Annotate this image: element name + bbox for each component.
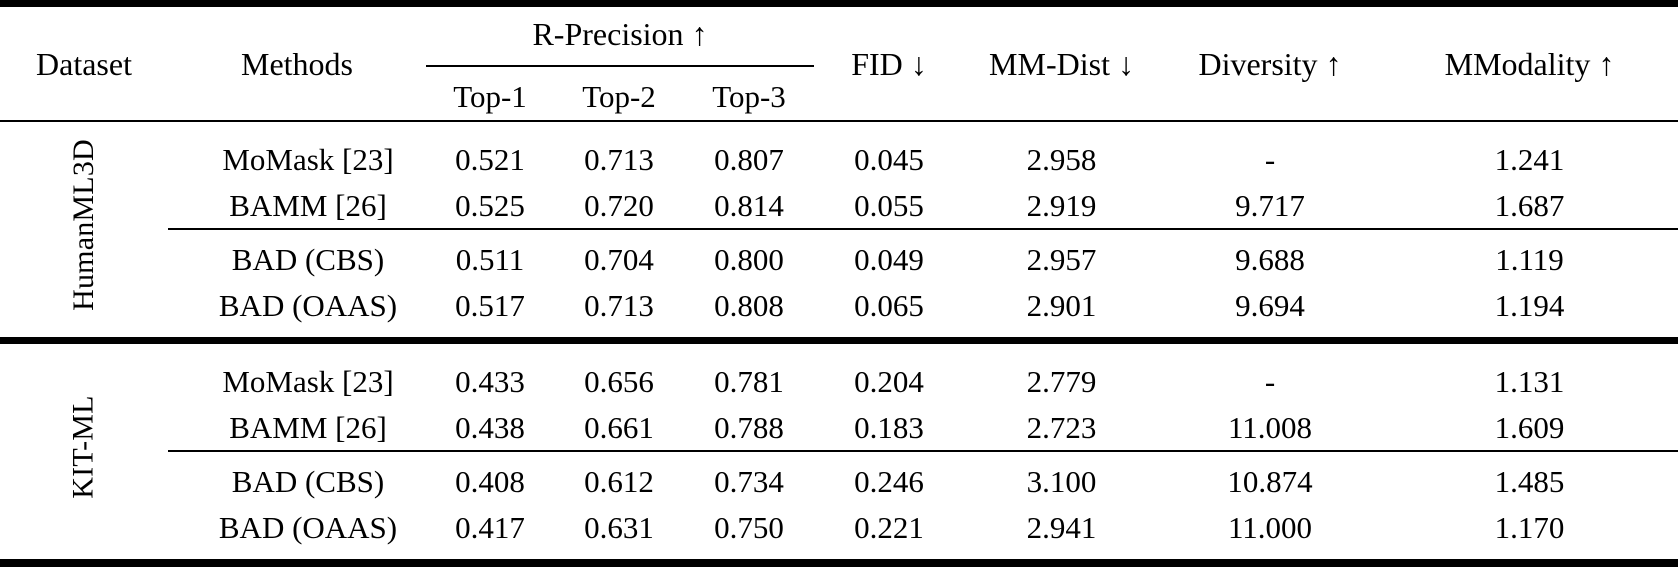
table-head: Dataset Methods R-Precision ↑ FID ↓ MM-D… [0, 0, 1678, 123]
bottomrule [0, 559, 1678, 567]
cell-top1: 0.517 [455, 287, 525, 323]
column-header-mmodality: MModality ↑ [1444, 45, 1615, 82]
cell-fid: 0.183 [854, 409, 924, 445]
column-header-r-precision-group: R-Precision ↑ [426, 7, 814, 67]
cell-mm-dist: 2.957 [1026, 241, 1097, 277]
method-name: BAMM [26] [229, 187, 387, 223]
section-bottom-spacer [0, 550, 1678, 563]
cell-top3: 0.808 [714, 287, 784, 323]
cell-diversity: 9.717 [1235, 187, 1305, 223]
section-top-spacer: KIT-ML [0, 344, 1678, 498]
cell-fid: 0.049 [854, 241, 924, 277]
header-row-main: Dataset Methods R-Precision ↑ FID ↓ MM-D… [0, 7, 1678, 80]
method-name: BAD (CBS) [231, 241, 385, 277]
cell-top2: 0.661 [584, 409, 654, 445]
cell-mmodality: 1.687 [1494, 187, 1565, 223]
cell-diversity: 11.008 [1227, 409, 1313, 445]
section-humanml3d: HumanML3D MoMask [23] 0.521 0.713 0.807 … [0, 122, 1678, 341]
cell-fid: 0.221 [854, 509, 924, 545]
cell-fid: 0.065 [854, 287, 924, 323]
cell-mm-dist: 2.901 [1026, 287, 1097, 323]
results-table: Dataset Methods R-Precision ↑ FID ↓ MM-D… [0, 0, 1678, 567]
column-header-mm-dist: MM-Dist ↓ [989, 45, 1134, 82]
cell-top1: 0.417 [455, 509, 525, 545]
cell-mmodality: 1.131 [1494, 363, 1565, 399]
cell-mm-dist: 3.100 [1026, 463, 1097, 499]
cell-top1: 0.511 [455, 241, 525, 277]
cell-mm-dist: 2.919 [1026, 187, 1097, 223]
cell-top2: 0.656 [584, 363, 654, 399]
cell-top3: 0.814 [714, 187, 784, 223]
cell-top3: 0.734 [714, 463, 784, 499]
method-name: BAD (OAAS) [218, 509, 398, 545]
method-name: MoMask [23] [222, 363, 394, 399]
column-header-top2: Top-2 [582, 78, 656, 114]
cell-mm-dist: 2.723 [1026, 409, 1097, 445]
cell-top3: 0.800 [714, 241, 784, 277]
cell-mmodality: 1.194 [1494, 287, 1565, 323]
cell-mmodality: 1.609 [1494, 409, 1565, 445]
cell-top1: 0.438 [455, 409, 525, 445]
table-row: BAD (OAAS) 0.517 0.713 0.808 0.065 2.901… [0, 282, 1678, 328]
method-name: BAD (OAAS) [218, 287, 398, 323]
table-foot [0, 559, 1678, 567]
cell-mm-dist: 2.941 [1026, 509, 1097, 545]
cell-top1: 0.525 [455, 187, 525, 223]
cell-top3: 0.788 [714, 409, 784, 445]
cell-top2: 0.612 [584, 463, 654, 499]
column-header-methods: Methods [241, 45, 353, 82]
cell-top1: 0.408 [455, 463, 525, 499]
cell-diversity: - [1264, 363, 1276, 399]
cell-diversity: - [1264, 141, 1276, 177]
cell-mmodality: 1.170 [1494, 509, 1565, 545]
cell-diversity: 9.694 [1235, 287, 1305, 323]
cell-diversity: 11.000 [1227, 509, 1313, 545]
cell-fid: 0.055 [854, 187, 924, 223]
cell-diversity: 10.874 [1227, 463, 1313, 499]
cell-top3: 0.781 [714, 363, 784, 399]
cell-top2: 0.720 [584, 187, 654, 223]
cell-top2: 0.631 [584, 509, 654, 545]
section-top-spacer: HumanML3D [0, 122, 1678, 311]
section-kit-ml: KIT-ML MoMask [23] 0.433 0.656 0.781 0.2… [0, 344, 1678, 563]
cell-fid: 0.045 [854, 141, 924, 177]
section-bottom-spacer [0, 328, 1678, 341]
cell-top2: 0.713 [584, 287, 654, 323]
cell-mm-dist: 2.958 [1026, 141, 1097, 177]
table-row: BAD (OAAS) 0.417 0.631 0.750 0.221 2.941… [0, 504, 1678, 550]
column-header-dataset: Dataset [36, 45, 132, 82]
cell-mmodality: 1.485 [1494, 463, 1565, 499]
cell-top2: 0.713 [584, 141, 654, 177]
cell-top1: 0.433 [455, 363, 525, 399]
cell-top3: 0.807 [714, 141, 784, 177]
column-header-diversity: Diversity ↑ [1198, 45, 1342, 82]
cell-top2: 0.704 [584, 241, 654, 277]
cell-top3: 0.750 [714, 509, 784, 545]
cell-mmodality: 1.119 [1495, 241, 1564, 277]
table-row: BAD (CBS) 0.408 0.612 0.734 0.246 3.100 … [0, 452, 1678, 504]
table-row: MoMask [23] 0.521 0.713 0.807 0.045 2.95… [0, 136, 1678, 182]
method-name: BAD (CBS) [231, 463, 385, 499]
table-row: BAMM [26] 0.438 0.661 0.788 0.183 2.723 … [0, 404, 1678, 451]
cell-mm-dist: 2.779 [1026, 363, 1097, 399]
column-header-top1: Top-1 [453, 78, 527, 114]
method-name: BAMM [26] [229, 409, 387, 445]
column-header-fid: FID ↓ [851, 45, 927, 82]
cell-mmodality: 1.241 [1494, 141, 1565, 177]
table-row: BAMM [26] 0.525 0.720 0.814 0.055 2.919 … [0, 182, 1678, 229]
dataset-label-kit-ml: KIT-ML [66, 395, 100, 499]
cell-top1: 0.521 [455, 141, 525, 177]
table-row: MoMask [23] 0.433 0.656 0.781 0.204 2.77… [0, 358, 1678, 404]
method-name: MoMask [23] [222, 141, 394, 177]
cell-fid: 0.246 [854, 463, 924, 499]
dataset-label-humanml3d: HumanML3D [67, 139, 100, 311]
cell-fid: 0.204 [854, 363, 924, 399]
results-table-container: Dataset Methods R-Precision ↑ FID ↓ MM-D… [0, 0, 1678, 567]
table-row: BAD (CBS) 0.511 0.704 0.800 0.049 2.957 … [0, 230, 1678, 282]
cell-diversity: 9.688 [1235, 241, 1305, 277]
column-header-top3: Top-3 [712, 78, 786, 114]
